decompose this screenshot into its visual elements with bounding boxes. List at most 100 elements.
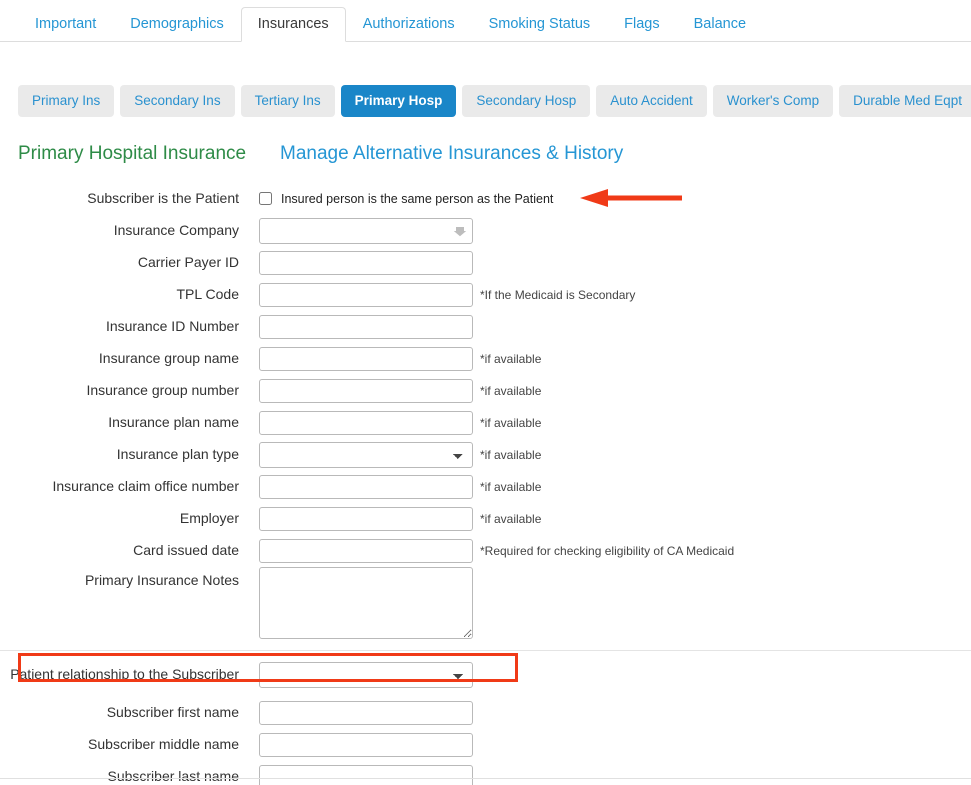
insurance-id-number-label: Insurance ID Number — [105, 318, 239, 335]
subtab-primary-hosp[interactable]: Primary Hosp — [340, 85, 457, 117]
subscriber-last-name-control — [259, 764, 473, 785]
insurance-plan-name-control — [259, 410, 473, 435]
insurance-group-number-control — [259, 378, 473, 403]
tpl-code-hint: *If the Medicaid is Secondary — [480, 287, 636, 302]
chevron-down-icon — [453, 226, 467, 236]
insurance-claim-office-number-label: Insurance claim office number — [52, 478, 240, 495]
tab-smoking-status[interactable]: Smoking Status — [472, 7, 608, 43]
employer-label: Employer — [179, 510, 239, 527]
tpl-code-row: TPL Code *If the Medicaid is Secondary — [0, 279, 971, 311]
insurance-plan-type-select[interactable] — [259, 441, 473, 468]
tab-demographics[interactable]: Demographics — [113, 7, 241, 43]
subscriber-is-patient-control: Insured person is the same person as the… — [259, 192, 553, 206]
subscriber-first-name-control — [259, 700, 473, 725]
subtab-primary-ins[interactable]: Primary Ins — [18, 85, 115, 117]
insurance-claim-office-number-control — [259, 474, 473, 499]
employer-input[interactable] — [259, 506, 473, 531]
insurance-company-label: Insurance Company — [113, 222, 239, 239]
tpl-code-label: TPL Code — [176, 286, 239, 303]
insurance-plan-type-hint: *if available — [480, 447, 542, 462]
section-headings: Primary Hospital Insurance Manage Altern… — [0, 143, 971, 165]
insurance-id-number-control — [259, 314, 473, 339]
insurance-claim-office-number-input[interactable] — [259, 474, 473, 499]
carrier-payer-id-input[interactable] — [259, 250, 473, 275]
subscriber-first-name-row: Subscriber first name — [0, 697, 971, 729]
insurance-plan-type-label: Insurance plan type — [116, 446, 239, 463]
card-issued-date-input[interactable] — [259, 538, 473, 563]
carrier-payer-id-row: Carrier Payer ID — [0, 247, 971, 279]
insurance-plan-type-row: Insurance plan type *if available — [0, 439, 971, 471]
primary-insurance-notes-row: Primary Insurance Notes — [0, 566, 971, 644]
insurance-group-number-label: Insurance group number — [86, 382, 239, 399]
subtab-durable-med-eqpt[interactable]: Durable Med Eqpt — [839, 85, 971, 117]
carrier-payer-id-control — [259, 250, 473, 275]
page-title: Primary Hospital Insurance — [18, 142, 247, 164]
section-divider — [0, 650, 971, 651]
subtab-secondary-hosp[interactable]: Secondary Hosp — [462, 85, 591, 117]
employer-control — [259, 506, 473, 531]
card-issued-date-label: Card issued date — [133, 542, 239, 559]
primary-insurance-notes-control — [259, 566, 473, 644]
patient-relationship-label: Patient relationship to the Subscriber — [10, 666, 239, 683]
insurance-group-number-hint: *if available — [480, 383, 542, 398]
subscriber-last-name-row: Subscriber last name — [0, 761, 971, 785]
insurance-id-number-input[interactable] — [259, 314, 473, 339]
subscriber-first-name-input[interactable] — [259, 700, 473, 725]
tpl-code-control — [259, 282, 473, 307]
card-issued-date-hint: *Required for checking eligibility of CA… — [480, 543, 735, 558]
tab-insurances[interactable]: Insurances — [240, 6, 346, 42]
insurance-group-name-label: Insurance group name — [98, 350, 239, 367]
insurance-group-name-hint: *if available — [480, 351, 542, 366]
employer-row: Employer *if available — [0, 503, 971, 535]
insurance-company-combobox[interactable] — [259, 217, 473, 244]
subtab-auto-accident[interactable]: Auto Accident — [596, 85, 707, 117]
main-tab-bar: Important Demographics Insurances Author… — [0, 0, 971, 42]
tab-important[interactable]: Important — [18, 7, 113, 43]
tpl-code-input[interactable] — [259, 282, 473, 307]
insurance-plan-name-label: Insurance plan name — [108, 414, 239, 431]
tab-authorizations[interactable]: Authorizations — [346, 7, 472, 43]
patient-relationship-select[interactable] — [259, 661, 473, 688]
insurances-page: Important Demographics Insurances Author… — [0, 0, 971, 785]
carrier-payer-id-label: Carrier Payer ID — [137, 254, 239, 271]
primary-hospital-insurance-form: Subscriber is the Patient Insured person… — [0, 183, 971, 785]
subtab-workers-comp[interactable]: Worker's Comp — [712, 85, 834, 117]
insurance-group-number-row: Insurance group number *if available — [0, 375, 971, 407]
insurance-claim-office-number-row: Insurance claim office number *if availa… — [0, 471, 971, 503]
card-issued-date-row: Card issued date *Required for checking … — [0, 535, 971, 567]
subscriber-middle-name-input[interactable] — [259, 732, 473, 757]
insurance-id-number-row: Insurance ID Number — [0, 311, 971, 343]
subscriber-is-patient-checkbox-text: Insured person is the same person as the… — [281, 191, 554, 206]
subscriber-middle-name-row: Subscriber middle name — [0, 729, 971, 761]
tab-flags[interactable]: Flags — [607, 7, 676, 43]
subscriber-is-patient-label: Subscriber is the Patient — [87, 190, 239, 207]
subtab-tertiary-ins[interactable]: Tertiary Ins — [240, 85, 335, 117]
insurance-claim-office-number-hint: *if available — [480, 479, 542, 494]
tab-balance[interactable]: Balance — [677, 7, 763, 43]
subscriber-last-name-input[interactable] — [259, 764, 473, 785]
subscriber-first-name-label: Subscriber first name — [106, 704, 239, 721]
insurance-plan-name-row: Insurance plan name *if available — [0, 407, 971, 439]
insurance-group-name-row: Insurance group name *if available — [0, 343, 971, 375]
patient-relationship-row: Patient relationship to the Subscriber — [0, 659, 971, 691]
subtab-secondary-ins[interactable]: Secondary Ins — [120, 85, 235, 117]
insurance-company-row: Insurance Company — [0, 215, 971, 247]
subscriber-middle-name-label: Subscriber middle name — [88, 736, 239, 753]
insurance-group-name-control — [259, 346, 473, 371]
subscriber-is-patient-checkbox[interactable] — [259, 192, 272, 205]
subscriber-is-patient-row: Subscriber is the Patient Insured person… — [0, 183, 971, 215]
employer-hint: *if available — [480, 511, 542, 526]
insurance-plan-name-hint: *if available — [480, 415, 542, 430]
insurance-company-control — [259, 217, 473, 244]
insurance-group-number-input[interactable] — [259, 378, 473, 403]
manage-alternative-insurances-link[interactable]: Manage Alternative Insurances & History — [280, 143, 623, 165]
subscriber-last-name-label: Subscriber last name — [107, 768, 239, 785]
insurance-subtab-bar: Primary Ins Secondary Ins Tertiary Ins P… — [0, 85, 971, 117]
card-issued-date-control — [259, 538, 473, 563]
insurance-group-name-input[interactable] — [259, 346, 473, 371]
patient-relationship-control — [259, 661, 473, 688]
insurance-plan-name-input[interactable] — [259, 410, 473, 435]
subscriber-middle-name-control — [259, 732, 473, 757]
primary-insurance-notes-textarea[interactable] — [259, 566, 473, 639]
insurance-plan-type-control — [259, 441, 473, 468]
